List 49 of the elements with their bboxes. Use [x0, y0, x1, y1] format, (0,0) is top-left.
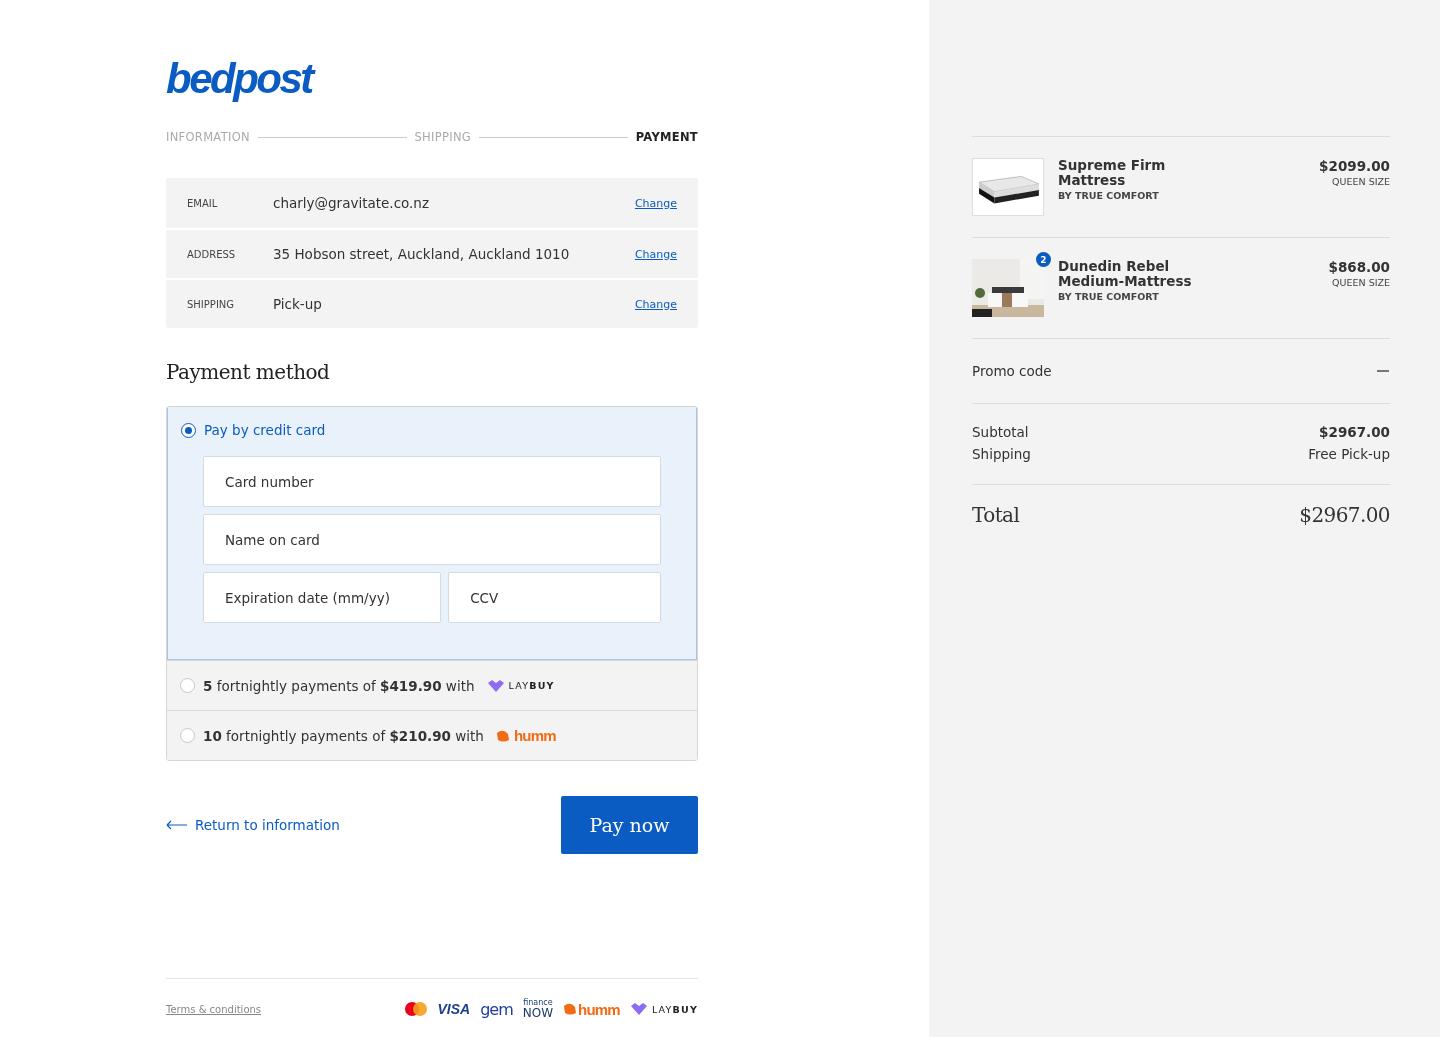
review-label: SHIPPING	[187, 298, 236, 310]
checkout-step: PAYMENT	[635, 130, 698, 144]
card-logo-icon	[405, 1002, 428, 1016]
product-size: QUEEN SIZE	[1331, 176, 1390, 187]
product-size: QUEEN SIZE	[1331, 277, 1390, 288]
change-link[interactable]: Change	[634, 247, 677, 261]
terms-link[interactable]: Terms & conditions	[166, 1003, 262, 1015]
quantity-badge: 2	[1036, 252, 1051, 267]
review-value: Pick-up	[273, 296, 323, 312]
total-label: Total	[972, 503, 1020, 527]
product-price: $2099.00	[1319, 158, 1390, 174]
summary-value: Free Pick-up	[1308, 446, 1390, 462]
change-link[interactable]: Change	[634, 297, 677, 311]
change-link[interactable]: Change	[634, 196, 677, 210]
input-field[interactable]: Name on card	[203, 514, 661, 565]
radio-button[interactable]	[181, 422, 196, 438]
product-brand: BY TRUE COMFORT	[1058, 190, 1160, 201]
checkout-step: INFORMATION	[166, 130, 250, 144]
input-field[interactable]: Expiration date (mm/yy)	[203, 572, 442, 623]
back-link[interactable]: Return to information	[166, 817, 340, 833]
brand-logo: finance NOW	[522, 999, 554, 1019]
brand-logo: LAYBUY	[629, 1002, 698, 1016]
product-name: Supreme Firm Mattress	[1058, 158, 1167, 188]
option-label[interactable]: 10 fortnightly payments of $210.90 with	[203, 727, 484, 744]
product-price: $868.00	[1328, 259, 1390, 275]
product-name: Dunedin Rebel Medium-Mattress	[1058, 259, 1193, 289]
review-value: charly@gravitate.co.nz	[273, 195, 430, 211]
checkout-step: SHIPPING	[414, 130, 472, 144]
section-title: Payment method	[166, 360, 331, 384]
arrow-left-icon	[166, 820, 188, 830]
brand-logo: LAY BUY	[486, 678, 555, 693]
option-label[interactable]: Pay by credit card	[204, 422, 326, 438]
brand-logo: humm	[563, 1000, 620, 1018]
option-label[interactable]: 5 fortnightly payments of $419.90 with	[203, 677, 475, 694]
summary-label: Subtotal	[972, 424, 1029, 440]
summary-label: Shipping	[972, 446, 1031, 462]
review-label: EMAIL	[187, 197, 219, 209]
summary-value: $2967.00	[1319, 424, 1390, 440]
promo-label[interactable]: Promo code	[972, 363, 1052, 379]
review-label: ADDRESS	[187, 248, 237, 260]
review-value: 35 Hobson street, Auckland, Auckland 1010	[273, 246, 571, 262]
brand-logo: gem	[480, 999, 513, 1019]
total-value: $2967.00	[1299, 503, 1390, 527]
product-brand: BY TRUE COMFORT	[1058, 291, 1160, 302]
brand-logo: VISA	[437, 1001, 471, 1017]
brand-logo: humm	[495, 727, 556, 744]
pay-now-button[interactable]: Pay now	[561, 796, 698, 854]
input-field[interactable]: Card number	[203, 456, 661, 507]
input-field[interactable]: CCV	[448, 572, 661, 623]
